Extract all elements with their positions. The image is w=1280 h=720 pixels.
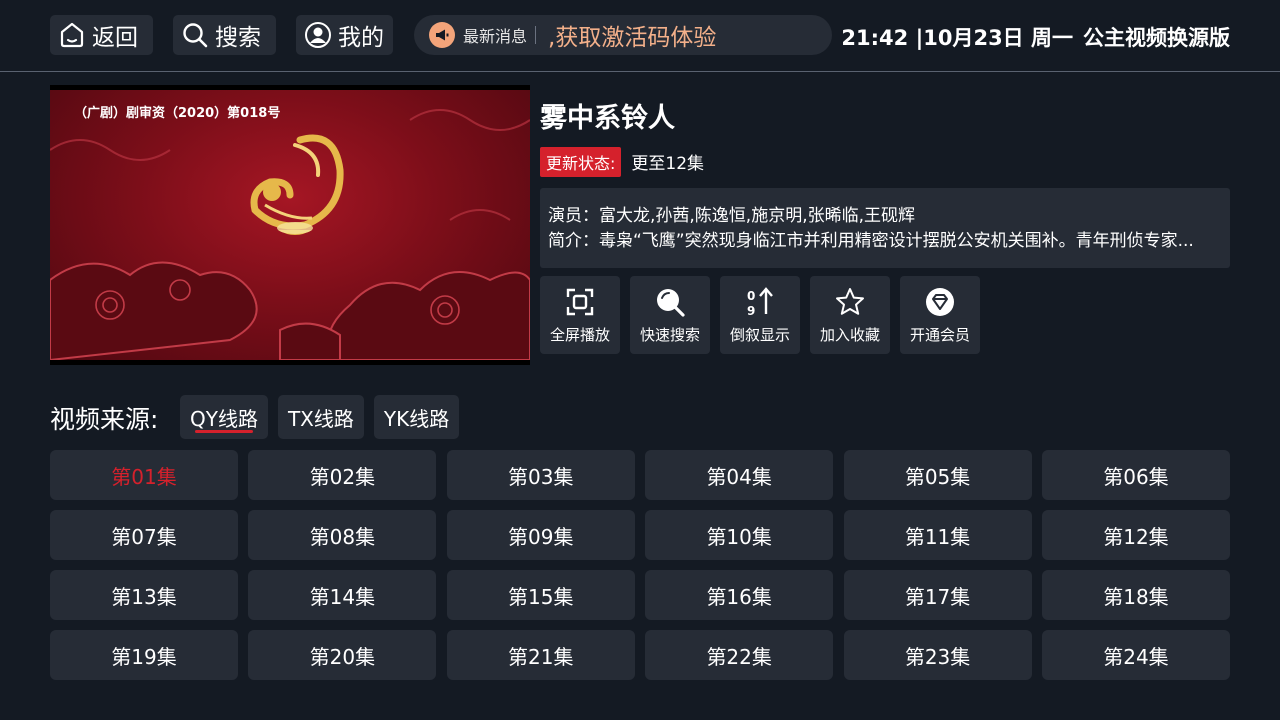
episode-button-01[interactable]: 第01集 bbox=[50, 450, 238, 500]
quick-search-label: 快速搜索 bbox=[639, 326, 700, 344]
fullscreen-label: 全屏播放 bbox=[549, 326, 610, 344]
back-label: 返回 bbox=[92, 25, 138, 51]
search-icon bbox=[183, 23, 208, 48]
vip-label: 开通会员 bbox=[909, 326, 970, 344]
episode-button-23[interactable]: 第23集 bbox=[843, 630, 1032, 680]
cast-line: 演员：富大龙,孙茜,陈逸恒,施京明,张晞临,王砚辉 bbox=[548, 206, 916, 226]
mine-button[interactable]: 我的 bbox=[296, 15, 393, 55]
search-label: 搜索 bbox=[215, 25, 261, 51]
video-frame: （广剧）剧审资（2020）第018号 bbox=[50, 90, 530, 360]
user-icon bbox=[305, 22, 331, 48]
description-panel: 演员：富大龙,孙茜,陈逸恒,施京明,张晞临,王砚辉 简介：毒枭“飞鹰”突然现身临… bbox=[540, 188, 1230, 268]
vip-button[interactable]: 开通会员 bbox=[900, 276, 980, 354]
episode-button-17[interactable]: 第17集 bbox=[843, 570, 1032, 620]
status-area: 21:42 |10月23日 周一 公主视频换源版 bbox=[841, 22, 1230, 50]
news-divider bbox=[535, 26, 537, 44]
episode-button-11[interactable]: 第11集 bbox=[843, 510, 1032, 560]
source-tabs: QY线路 TX线路 YK线路 bbox=[180, 395, 460, 439]
episode-button-07[interactable]: 第07集 bbox=[50, 510, 238, 560]
episode-button-24[interactable]: 第24集 bbox=[1041, 630, 1230, 680]
source-tab-qy[interactable]: QY线路 bbox=[180, 395, 268, 439]
star-icon bbox=[836, 288, 864, 315]
news-text: ,获取激活码体验 bbox=[548, 25, 717, 51]
episode-button-08[interactable]: 第08集 bbox=[248, 510, 437, 560]
news-label: 最新消息 bbox=[463, 27, 528, 46]
episode-grid: 第01集 第02集 第03集 第04集 第05集 第06集 第07集 第08集 … bbox=[50, 450, 1230, 680]
episode-button-20[interactable]: 第20集 bbox=[248, 630, 437, 680]
episode-button-10[interactable]: 第10集 bbox=[645, 510, 834, 560]
status-value: 更至12集 bbox=[631, 154, 705, 174]
mine-label: 我的 bbox=[338, 25, 384, 51]
update-status: 更新状态: 更至12集 bbox=[540, 146, 705, 177]
favorite-label: 加入收藏 bbox=[819, 326, 880, 344]
sort-icon: 0 9 bbox=[747, 287, 773, 318]
cloud-pattern-art bbox=[50, 109, 530, 360]
reverse-order-button[interactable]: 0 9 倒叙显示 bbox=[720, 276, 800, 354]
license-text: （广剧）剧审资（2020）第018号 bbox=[74, 106, 281, 121]
source-tab-tx[interactable]: TX线路 bbox=[277, 395, 364, 439]
synopsis-line: 简介：毒枭“飞鹰”突然现身临江市并利用精密设计摆脱公安机关围补。青年刑侦专家..… bbox=[548, 231, 1194, 251]
episode-button-13[interactable]: 第13集 bbox=[50, 570, 238, 620]
show-title: 雾中系铃人 bbox=[540, 103, 675, 134]
favorite-button[interactable]: 加入收藏 bbox=[810, 276, 890, 354]
episode-button-19[interactable]: 第19集 bbox=[50, 630, 238, 680]
episode-button-09[interactable]: 第09集 bbox=[446, 510, 635, 560]
action-bar: 全屏播放 快速搜索 0 9 倒叙显示 加入收藏 开通会员 bbox=[540, 276, 980, 354]
video-player[interactable]: （广剧）剧审资（2020）第018号 bbox=[50, 85, 530, 365]
episode-button-14[interactable]: 第14集 bbox=[248, 570, 437, 620]
episode-button-16[interactable]: 第16集 bbox=[645, 570, 834, 620]
svg-text:9: 9 bbox=[747, 304, 755, 318]
episode-button-03[interactable]: 第03集 bbox=[446, 450, 635, 500]
back-button[interactable]: 返回 bbox=[50, 15, 153, 55]
svg-text:0: 0 bbox=[747, 289, 755, 303]
episode-button-12[interactable]: 第12集 bbox=[1041, 510, 1230, 560]
app-name: 公主视频换源版 bbox=[1083, 26, 1230, 50]
top-bar: 返回 搜索 我的 最新消息 ,获取激活码体验 21:42 |10月23日 周一 … bbox=[0, 0, 1280, 72]
source-tab-yk[interactable]: YK线路 bbox=[373, 395, 460, 439]
episode-button-04[interactable]: 第04集 bbox=[645, 450, 834, 500]
clock-text: 21:42 |10月23日 周一 bbox=[841, 26, 1073, 50]
megaphone-icon bbox=[429, 22, 455, 48]
vip-diamond-icon bbox=[926, 288, 954, 316]
reverse-order-label: 倒叙显示 bbox=[729, 326, 790, 344]
source-label: 视频来源: bbox=[50, 405, 159, 434]
search-icon bbox=[657, 289, 685, 317]
episode-button-21[interactable]: 第21集 bbox=[446, 630, 635, 680]
news-ticker[interactable]: 最新消息 ,获取激活码体验 bbox=[414, 15, 832, 55]
episode-button-18[interactable]: 第18集 bbox=[1041, 570, 1230, 620]
quick-search-button[interactable]: 快速搜索 bbox=[630, 276, 710, 354]
search-button[interactable]: 搜索 bbox=[173, 15, 276, 55]
episode-button-15[interactable]: 第15集 bbox=[446, 570, 635, 620]
episode-button-05[interactable]: 第05集 bbox=[843, 450, 1032, 500]
status-tag: 更新状态: bbox=[540, 146, 622, 177]
home-icon bbox=[60, 22, 84, 48]
episode-button-02[interactable]: 第02集 bbox=[248, 450, 437, 500]
episode-button-22[interactable]: 第22集 bbox=[645, 630, 834, 680]
fullscreen-icon bbox=[566, 288, 594, 316]
episode-button-06[interactable]: 第06集 bbox=[1041, 450, 1230, 500]
fullscreen-button[interactable]: 全屏播放 bbox=[540, 276, 620, 354]
